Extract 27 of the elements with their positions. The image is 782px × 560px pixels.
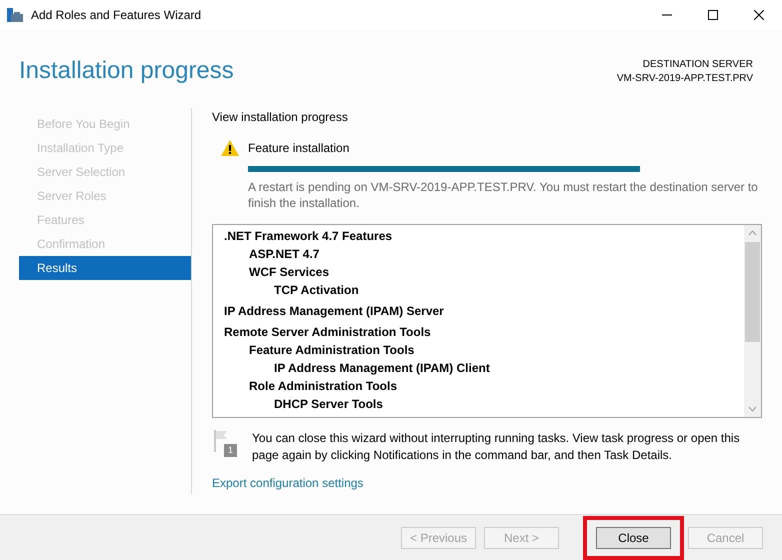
window-title: Add Roles and Features Wizard <box>31 7 202 24</box>
feature-item: DHCP Server Tools <box>274 396 383 413</box>
server-name: VM-SRV-2019-APP.TEST.PRV <box>616 72 753 86</box>
export-link[interactable]: Export configuration settings <box>212 474 364 492</box>
scrollbar[interactable] <box>744 225 761 417</box>
warning-icon <box>220 139 240 157</box>
feature-item: IP Address Management (IPAM) Client <box>274 360 490 377</box>
wizard-button[interactable]: Close <box>596 526 671 548</box>
close-icon <box>754 10 764 20</box>
feature-item: WCF Services <box>249 264 330 281</box>
feature-item: Feature Administration Tools <box>249 342 414 359</box>
feature-item: TCP Activation <box>274 282 359 299</box>
scroll-thumb[interactable] <box>745 242 760 342</box>
app-icon <box>7 8 23 22</box>
status-message: A restart is pending on VM-SRV-2019-APP.TEST.PRV. You must restart the destination server to finish the installation. <box>248 179 759 211</box>
feature-item: .NET Framework 4.7 Features <box>224 228 392 245</box>
feature-item: ASP.NET 4.7 <box>249 246 320 263</box>
section-heading: View installation progress <box>212 109 348 126</box>
feature-item: IP Address Management (IPAM) Server <box>224 303 444 320</box>
page-title: Installation progress <box>19 56 234 86</box>
feature-item: Role Administration Tools <box>249 378 398 395</box>
maximize-icon <box>708 10 718 20</box>
status-label: Feature installation <box>248 140 350 157</box>
server-label: DESTINATION SERVER <box>642 58 753 72</box>
nav-item[interactable]: Results <box>19 256 191 280</box>
feature-item: Remote Server Administration Tools <box>224 324 431 341</box>
notice-text: You can close this wizard without interrupting running tasks. View task progress or open this page again by clicking Notifications in the command bar, and then Task Details. <box>252 430 741 464</box>
